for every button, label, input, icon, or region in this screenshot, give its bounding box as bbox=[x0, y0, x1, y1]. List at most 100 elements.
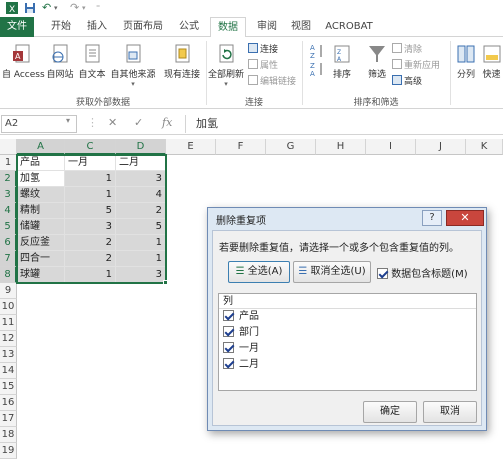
column-header-f[interactable]: F bbox=[216, 139, 266, 155]
edit-links-button[interactable]: 编辑链接 bbox=[248, 75, 296, 89]
column-header-k[interactable]: K bbox=[466, 139, 503, 155]
row-header[interactable]: 8 bbox=[0, 267, 17, 283]
cancel-icon[interactable]: ✕ bbox=[108, 116, 117, 129]
existing-connections-button[interactable]: 现有连接 bbox=[160, 43, 204, 80]
row-header[interactable]: 16 bbox=[0, 395, 17, 411]
has-headers-checkbox[interactable]: 数据包含标题(M) bbox=[377, 265, 468, 280]
row-header[interactable]: 6 bbox=[0, 235, 17, 251]
tab-review[interactable]: 审阅 bbox=[250, 17, 284, 37]
column-header-e[interactable]: E bbox=[166, 139, 216, 155]
select-all-button[interactable]: ☰ 全选(A) bbox=[228, 261, 290, 283]
columns-listbox[interactable]: 列 产品 部门 一月 二月 bbox=[218, 293, 477, 391]
from-text-button[interactable]: 自文本 bbox=[76, 43, 108, 80]
row-header[interactable]: 14 bbox=[0, 363, 17, 379]
column-header-c[interactable]: C bbox=[65, 139, 116, 155]
from-other-sources-button[interactable]: 自其他来源 ▾ bbox=[108, 43, 158, 88]
tab-acrobat[interactable]: ACROBAT bbox=[322, 17, 376, 37]
existing-connections-label: 现有连接 bbox=[163, 70, 200, 80]
redo-dropdown-icon[interactable]: ▾ bbox=[82, 1, 86, 15]
reapply-label: 重新应用 bbox=[404, 61, 441, 71]
undo-icon[interactable]: ↶ bbox=[42, 1, 51, 15]
row-header[interactable]: 7 bbox=[0, 251, 17, 267]
tab-formulas[interactable]: 公式 bbox=[172, 17, 206, 37]
fill-handle[interactable] bbox=[163, 280, 168, 285]
checkbox[interactable] bbox=[223, 342, 234, 353]
undo-dropdown-icon[interactable]: ▾ bbox=[54, 1, 58, 15]
tab-page-layout[interactable]: 页面布局 bbox=[118, 17, 168, 37]
columns-list-header: 列 bbox=[219, 294, 476, 309]
tab-home[interactable]: 开始 bbox=[44, 17, 78, 37]
row-header[interactable]: 19 bbox=[0, 443, 17, 459]
properties-button[interactable]: 属性 bbox=[248, 59, 278, 73]
reapply-icon bbox=[392, 59, 402, 69]
name-box-dropdown-icon[interactable]: ▾ bbox=[66, 116, 70, 125]
column-option-jan[interactable]: 一月 bbox=[219, 341, 476, 357]
tab-insert[interactable]: 插入 bbox=[80, 17, 114, 37]
column-option-department[interactable]: 部门 bbox=[219, 325, 476, 341]
advanced-filter-button[interactable]: 高级 bbox=[392, 75, 422, 89]
edit-links-icon bbox=[248, 75, 258, 85]
ribbon-tabs: 文件 开始 插入 页面布局 公式 数据 审阅 视图 ACROBAT bbox=[0, 17, 503, 38]
row-header[interactable]: 18 bbox=[0, 427, 17, 443]
from-access-button[interactable]: A 自 Access bbox=[2, 43, 45, 80]
filter-button[interactable]: 筛选 bbox=[364, 43, 390, 80]
column-header-d[interactable]: D bbox=[116, 139, 166, 155]
row-header[interactable]: 4 bbox=[0, 203, 17, 219]
dialog-title: 删除重复项 bbox=[216, 216, 266, 227]
column-header-j[interactable]: J bbox=[416, 139, 466, 155]
help-button[interactable]: ? bbox=[422, 210, 442, 226]
sort-button[interactable]: ZA 排序 bbox=[330, 43, 354, 80]
row-header[interactable]: 11 bbox=[0, 315, 17, 331]
row-header[interactable]: 5 bbox=[0, 219, 17, 235]
formula-input[interactable]: 加氢 bbox=[185, 115, 503, 133]
tab-file[interactable]: 文件 bbox=[0, 17, 34, 37]
row-header[interactable]: 17 bbox=[0, 411, 17, 427]
title-bar: X ↶ ▾ ↷ ▾ ⁼ bbox=[0, 0, 503, 17]
unselect-all-icon: ☰ bbox=[298, 266, 308, 277]
checkbox[interactable] bbox=[223, 358, 234, 369]
column-option-feb[interactable]: 二月 bbox=[219, 357, 476, 373]
close-button[interactable]: ✕ bbox=[446, 210, 484, 226]
row-header[interactable]: 9 bbox=[0, 283, 17, 299]
ok-button[interactable]: 确定 bbox=[363, 401, 417, 423]
sort-az-button[interactable]: AZ ZA bbox=[306, 43, 328, 79]
insert-function-icon[interactable]: fx bbox=[162, 116, 172, 129]
redo-icon[interactable]: ↷ bbox=[70, 1, 79, 15]
refresh-all-button[interactable]: 全部刷新 ▾ bbox=[208, 43, 244, 88]
customize-toolbar-icon[interactable]: ⁼ bbox=[96, 1, 100, 15]
dialog-message: 若要删除重复值，请选择一个或多个包含重复值的列。 bbox=[219, 243, 459, 254]
tab-data[interactable]: 数据 bbox=[210, 17, 246, 38]
unselect-all-button[interactable]: ☰ 取消全选(U) bbox=[293, 261, 371, 283]
row-header[interactable]: 13 bbox=[0, 347, 17, 363]
row-header[interactable]: 12 bbox=[0, 331, 17, 347]
column-header-g[interactable]: G bbox=[266, 139, 316, 155]
enter-icon[interactable]: ✓ bbox=[134, 116, 143, 129]
column-header-i[interactable]: I bbox=[366, 139, 416, 155]
from-web-label: 自网站 bbox=[46, 70, 74, 80]
checkbox[interactable] bbox=[223, 310, 234, 321]
row-header[interactable]: 1 bbox=[0, 155, 17, 171]
column-option-product[interactable]: 产品 bbox=[219, 309, 476, 325]
text-to-columns-button[interactable]: 分列 bbox=[454, 43, 478, 80]
column-option-label: 部门 bbox=[239, 327, 259, 338]
advanced-filter-icon bbox=[392, 75, 402, 85]
flash-fill-button[interactable]: 快速 bbox=[480, 43, 503, 80]
connections-button[interactable]: 连接 bbox=[248, 43, 278, 57]
save-icon[interactable] bbox=[24, 2, 36, 14]
row-header[interactable]: 3 bbox=[0, 187, 17, 203]
row-header[interactable]: 10 bbox=[0, 299, 17, 315]
existing-connections-icon bbox=[175, 44, 190, 63]
select-all-corner[interactable] bbox=[0, 139, 17, 155]
from-web-button[interactable]: 自网站 bbox=[44, 43, 76, 80]
svg-text:Z: Z bbox=[310, 52, 315, 59]
checkbox[interactable] bbox=[377, 268, 388, 279]
row-header[interactable]: 2 bbox=[0, 171, 17, 187]
checkbox[interactable] bbox=[223, 326, 234, 337]
column-header-a[interactable]: A bbox=[17, 139, 65, 155]
row-header[interactable]: 15 bbox=[0, 379, 17, 395]
tab-view[interactable]: 视图 bbox=[284, 17, 318, 37]
reapply-button[interactable]: 重新应用 bbox=[392, 59, 440, 73]
clear-filter-button[interactable]: 清除 bbox=[392, 43, 422, 57]
cancel-button[interactable]: 取消 bbox=[423, 401, 477, 423]
column-header-h[interactable]: H bbox=[316, 139, 366, 155]
